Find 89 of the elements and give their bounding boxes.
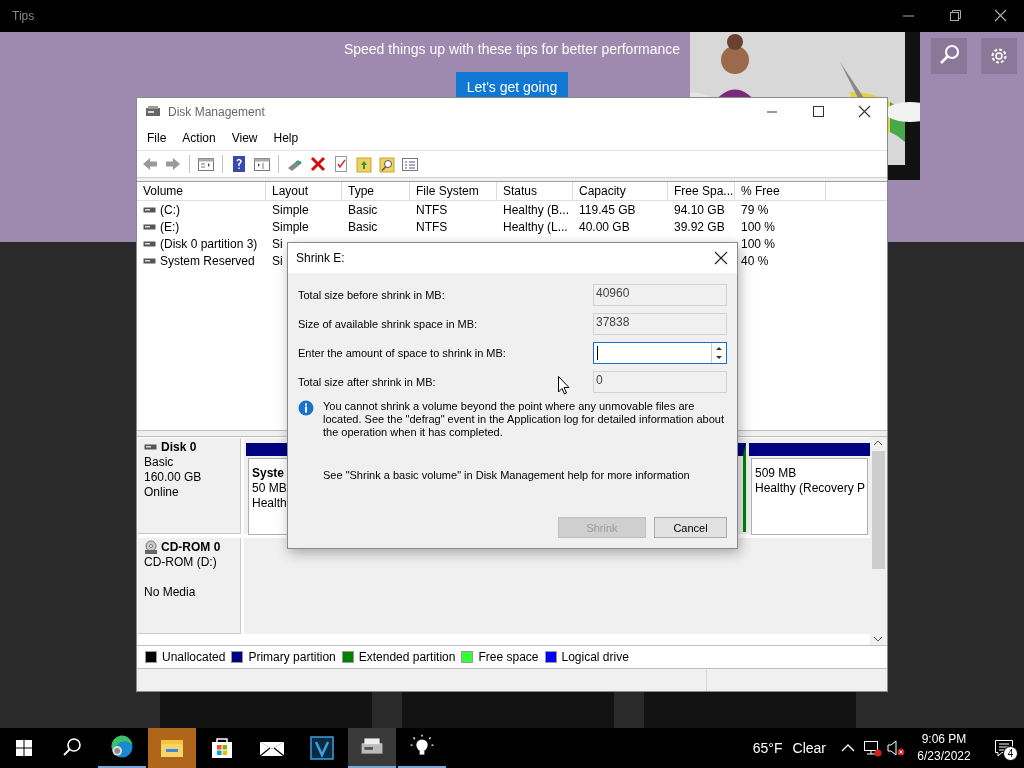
notification-count: 4 bbox=[1003, 746, 1018, 761]
cancel-button[interactable]: Cancel bbox=[654, 517, 727, 538]
table-cell: 79 % bbox=[741, 203, 769, 218]
column-header[interactable]: File System bbox=[410, 181, 497, 200]
window-title: Tips bbox=[12, 9, 36, 23]
partition-info: Healthy (Recovery P bbox=[755, 480, 866, 496]
partition-block[interactable]: 509 MB Healthy (Recovery P bbox=[749, 442, 870, 532]
mouse-pointer-icon bbox=[558, 376, 570, 395]
column-header[interactable]: Status bbox=[497, 181, 573, 200]
partition-info: 509 MB bbox=[755, 465, 797, 481]
menu-item[interactable]: File bbox=[139, 127, 175, 148]
folder-icon[interactable] bbox=[355, 154, 373, 173]
legend-label: Free space bbox=[478, 650, 539, 665]
table-cell: NTFS bbox=[416, 220, 448, 235]
menu-item[interactable]: Help bbox=[265, 127, 307, 148]
column-header[interactable]: Volume bbox=[137, 181, 266, 200]
table-cell: 40 % bbox=[741, 254, 769, 269]
table-cell: Basic bbox=[348, 220, 378, 235]
table-cell: Basic bbox=[348, 203, 378, 218]
legend-label: Extended partition bbox=[358, 650, 456, 665]
table-cell: Healthy (B... bbox=[503, 203, 570, 218]
disk-tool-icon[interactable] bbox=[348, 728, 396, 768]
scroll-thumb[interactable] bbox=[872, 450, 885, 569]
table-cell: Healthy (L... bbox=[503, 220, 568, 235]
table-cell: NTFS bbox=[416, 203, 448, 218]
legend-label: Unallocated bbox=[162, 650, 226, 665]
disk-label-panel[interactable]: CD-ROM 0 CD-ROM (D:) No Media bbox=[138, 537, 241, 634]
partition-info: Health bbox=[252, 495, 287, 511]
message-icon bbox=[994, 738, 1014, 758]
get-started-button[interactable]: Let's get going bbox=[456, 72, 568, 100]
field-label: Total size before shrink in MB: bbox=[298, 289, 445, 301]
table-cell: Si bbox=[272, 254, 283, 269]
legend-label: Primary partition bbox=[248, 650, 336, 665]
disk-info: No Media bbox=[144, 584, 197, 600]
number-input-field[interactable] bbox=[593, 342, 727, 364]
table-cell: 100 % bbox=[741, 237, 776, 252]
table-cell[interactable]: (C:) bbox=[160, 203, 180, 218]
table-cell: Si bbox=[272, 237, 283, 252]
disk-info: 160.00 GB bbox=[144, 469, 203, 485]
table-cell[interactable]: (E:) bbox=[160, 220, 180, 235]
readonly-field: 0 bbox=[593, 371, 727, 393]
table-cell: 40.00 GB bbox=[579, 220, 630, 235]
cd-drive-icon bbox=[144, 539, 158, 554]
column-header[interactable]: Free Spa... bbox=[668, 181, 735, 200]
table-cell: 94.10 GB bbox=[674, 203, 725, 218]
column-header[interactable]: Capacity bbox=[573, 181, 668, 200]
readonly-field: 37838 bbox=[593, 313, 727, 335]
readonly-field: 40960 bbox=[593, 284, 727, 306]
column-header[interactable]: Layout bbox=[266, 181, 342, 200]
folder-search-icon[interactable] bbox=[378, 154, 396, 173]
menu-item[interactable]: Action bbox=[174, 127, 224, 148]
close-button[interactable] bbox=[713, 250, 729, 266]
disk-label-panel[interactable]: Disk 0 Basic 160.00 GB Online bbox=[138, 437, 241, 534]
field-label: Total size after shrink in MB: bbox=[298, 376, 436, 388]
checklist-icon[interactable] bbox=[332, 154, 350, 173]
table-cell: 119.45 GB bbox=[579, 203, 636, 218]
table-cell: 100 % bbox=[741, 220, 776, 235]
scrollbar[interactable] bbox=[870, 436, 887, 646]
weather-condition[interactable]: Clear bbox=[792, 740, 826, 756]
disk-info: Online bbox=[144, 484, 180, 500]
table-cell: Simple bbox=[272, 203, 309, 218]
field-label: Enter the amount of space to shrink in MB: bbox=[298, 347, 506, 359]
partition-info: Syste bbox=[252, 465, 285, 481]
table-cell: Simple bbox=[272, 220, 309, 235]
disk-tool-icon bbox=[145, 105, 161, 119]
table-cell[interactable]: System Reserved bbox=[160, 254, 255, 269]
window-title: Disk Management bbox=[168, 105, 266, 119]
legend-label: Logical drive bbox=[561, 650, 629, 665]
dialog-title: Shrink E: bbox=[296, 251, 345, 265]
menu-item[interactable]: View bbox=[223, 127, 266, 148]
disk-name: Disk 0 bbox=[161, 439, 197, 454]
help-icon[interactable] bbox=[230, 154, 248, 173]
help-message: See "Shrink a basic volume" in Disk Management help for more information bbox=[323, 469, 691, 481]
column-header[interactable]: Type bbox=[342, 181, 410, 200]
disk-info: CD-ROM (D:) bbox=[144, 554, 218, 570]
partition-info: 50 MB bbox=[252, 480, 287, 496]
clock[interactable]: 9:06 PM 6/23/2022 bbox=[912, 731, 976, 765]
table-cell[interactable]: (Disk 0 partition 3) bbox=[160, 237, 258, 252]
column-header[interactable]: % Free bbox=[735, 181, 826, 200]
disk-info: Basic bbox=[144, 454, 175, 470]
info-message: You cannot shrink a volume beyond the point where any unmovable files are located. See the "defrag" event in the Application log for detailed information about the operation when it has completed. bbox=[323, 400, 726, 439]
disk-name: CD-ROM 0 bbox=[161, 539, 221, 554]
banner-headline: Speed things up with these tips for better performance bbox=[343, 41, 681, 57]
field-label: Size of available shrink space in MB: bbox=[298, 318, 478, 330]
notifications-button[interactable]: 4 bbox=[984, 728, 1024, 768]
table-cell: 39.92 GB bbox=[674, 220, 725, 235]
info-icon bbox=[298, 400, 314, 416]
delete-icon[interactable] bbox=[309, 154, 327, 173]
temperature[interactable]: 65°F bbox=[752, 740, 783, 756]
